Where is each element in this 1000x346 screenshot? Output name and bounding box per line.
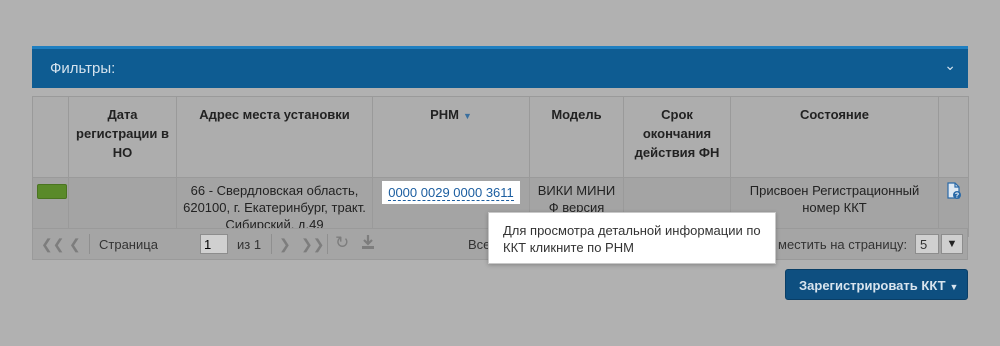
first-page-icon[interactable]: ❮❮ [41, 236, 64, 253]
sort-desc-icon: ▼ [462, 111, 472, 121]
col-fn-expiry[interactable]: Срок окончания действия ФН [623, 96, 731, 178]
rnm-tooltip: Для просмотра детальной информации по КК… [488, 212, 776, 264]
table-header-row: Дата регистрации в НО Адрес места устано… [32, 96, 969, 178]
col-status [32, 96, 69, 178]
divider [327, 234, 328, 254]
col-reg-date[interactable]: Дата регистрации в НО [68, 96, 177, 178]
filters-panel[interactable]: Фильтры: ⌄ [32, 46, 968, 88]
register-kkt-button[interactable]: Зарегистрировать ККТ ▼ [785, 269, 968, 300]
per-page-label: местить на страницу: [778, 237, 908, 252]
rnm-highlight: 0000 0029 0000 3611 [382, 181, 520, 204]
col-rnm[interactable]: РНМ ▼ [372, 96, 530, 178]
last-page-icon[interactable]: ❯❯ [301, 236, 324, 253]
next-page-icon[interactable]: ❯ [279, 236, 291, 253]
page-total-label: из 1 [237, 237, 262, 252]
col-address[interactable]: Адрес места установки [176, 96, 373, 178]
caret-down-icon: ▼ [949, 282, 959, 292]
prev-page-icon[interactable]: ❮ [69, 236, 81, 253]
per-page-select[interactable]: 5 [915, 234, 939, 254]
page-label: Страница [99, 237, 158, 252]
col-model[interactable]: Модель [529, 96, 624, 178]
chevron-down-icon[interactable]: ▼ [941, 234, 963, 254]
col-actions [938, 96, 969, 178]
svg-text:?: ? [954, 193, 958, 200]
col-rnm-label: РНМ [430, 107, 459, 122]
download-icon[interactable] [361, 234, 375, 253]
status-indicator [37, 184, 67, 199]
divider [89, 234, 90, 254]
document-info-icon[interactable]: ? [946, 182, 962, 204]
filters-title: Фильтры: [50, 60, 116, 77]
rnm-link[interactable]: 0000 0029 0000 3611 [388, 185, 514, 201]
divider [271, 234, 272, 254]
register-kkt-label: Зарегистрировать ККТ [799, 278, 946, 293]
page-number-input[interactable] [200, 234, 228, 254]
refresh-icon[interactable]: ↻ [335, 233, 349, 253]
chevron-down-icon[interactable]: ⌄ [944, 57, 956, 74]
col-state[interactable]: Состояние [730, 96, 939, 178]
